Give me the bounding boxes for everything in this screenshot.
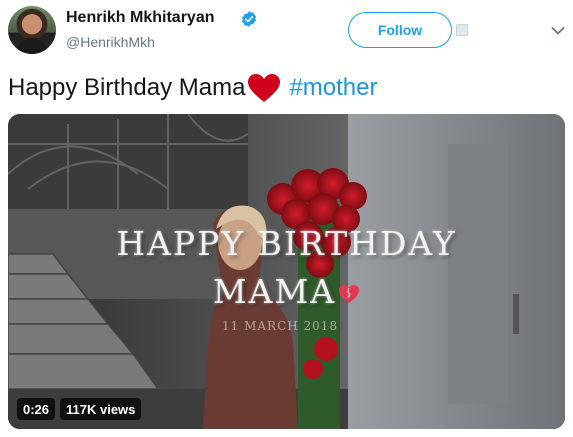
video-overlay-mama: MAMA [212, 272, 337, 311]
broken-heart-icon [339, 285, 360, 303]
avatar[interactable] [8, 6, 56, 54]
verified-badge-icon [241, 11, 257, 27]
hashtag-link[interactable]: #mother [289, 74, 377, 102]
video-overlay-date: 11 MARCH 2018 [222, 319, 339, 333]
image-placeholder-icon [456, 24, 468, 36]
tweet-text: Happy Birthday Mama #mother [8, 73, 377, 103]
video-player[interactable]: HAPPY BIRTHDAY MAMA 11 MARCH 2018 0:26 1… [8, 114, 565, 429]
red-heart-icon [248, 74, 281, 102]
follow-button[interactable]: Follow [348, 12, 452, 48]
video-overlay-line1: HAPPY BIRTHDAY [116, 224, 457, 263]
user-handle[interactable]: @HenrikhMkh [66, 34, 155, 50]
video-duration-badge: 0:26 [17, 398, 56, 420]
chevron-down-icon[interactable] [551, 26, 565, 36]
tweet-body: Happy Birthday Mama [8, 74, 246, 101]
tweet-header: Henrikh Mkhitaryan @HenrikhMkh Follow [0, 0, 573, 62]
user-display-name[interactable]: Henrikh Mkhitaryan [66, 9, 214, 27]
video-views-badge: 117K views [60, 398, 142, 420]
video-overlay-line2: MAMA [8, 272, 565, 311]
